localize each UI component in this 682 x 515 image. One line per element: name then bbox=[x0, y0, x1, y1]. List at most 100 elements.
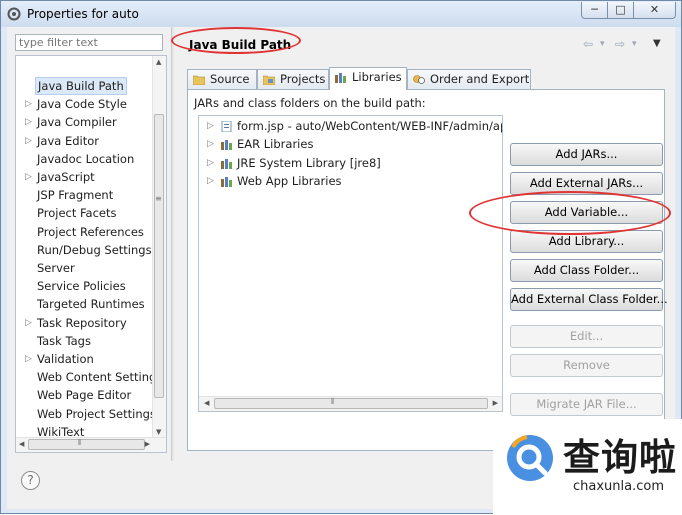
tab-label: Projects bbox=[280, 72, 326, 86]
sash-divider[interactable] bbox=[171, 27, 174, 461]
scroll-thumb[interactable] bbox=[28, 439, 145, 450]
sidebar-item-label: Service Policies bbox=[37, 279, 126, 294]
entry-label: EAR Libraries bbox=[237, 137, 314, 152]
tab-label: Order and Export bbox=[430, 72, 530, 86]
tree-vertical-scrollbar[interactable]: ▲ ≡ ▼ bbox=[152, 56, 166, 438]
scroll-thumb[interactable] bbox=[154, 114, 164, 398]
sidebar-item[interactable]: Targeted Runtimes bbox=[16, 295, 154, 313]
sidebar-item[interactable]: ▷ Java Compiler bbox=[16, 113, 154, 131]
sidebar-item[interactable]: Service Policies bbox=[16, 277, 154, 295]
filter-input[interactable] bbox=[15, 34, 163, 51]
scroll-left-icon[interactable]: ◀ bbox=[204, 399, 209, 407]
add-class-folder-button[interactable]: Add Class Folder... bbox=[510, 259, 663, 282]
scroll-right-icon[interactable]: ▶ bbox=[493, 399, 498, 407]
scroll-down-icon[interactable]: ▼ bbox=[156, 428, 161, 436]
grip-icon: ⦀ bbox=[331, 397, 335, 406]
build-path-entry[interactable]: ▷ JRE System Library [jre8] bbox=[199, 154, 499, 172]
build-path-list[interactable]: ▷ Web App Libraries ▷ JRE System Library [j… bbox=[198, 115, 503, 412]
scroll-up-icon[interactable]: ▲ bbox=[156, 58, 161, 66]
list-horizontal-scrollbar[interactable]: ◀ ⦀ ▶ bbox=[199, 396, 502, 411]
sidebar-item[interactable]: Java Build Path bbox=[16, 77, 154, 95]
view-menu-icon[interactable]: ▼ bbox=[653, 38, 661, 49]
forward-arrow-icon[interactable]: ⇨ bbox=[615, 37, 625, 51]
sidebar-item-label: Server bbox=[37, 261, 75, 275]
title-bar: Properties for auto ─ □ ✕ bbox=[1, 1, 681, 27]
tab-order-and-export[interactable]: Order and Export bbox=[407, 69, 531, 89]
migrate-jar-file-button[interactable]: Migrate JAR File... bbox=[510, 393, 663, 416]
forward-menu-icon[interactable]: ▾ bbox=[632, 39, 637, 49]
expand-arrow-icon[interactable]: ▷ bbox=[25, 168, 32, 186]
entry-label: Web App Libraries bbox=[237, 173, 342, 188]
close-button[interactable]: ✕ bbox=[633, 2, 676, 19]
sidebar-item-label: Javadoc Location bbox=[37, 151, 135, 166]
build-path-entry[interactable]: ▷ Web App Libraries bbox=[199, 172, 499, 190]
properties-window: Properties for auto ─ □ ✕ ▷XDocletWikiTe… bbox=[0, 0, 682, 515]
back-menu-icon[interactable]: ▾ bbox=[600, 39, 605, 49]
entry-label: form.jsp - auto/WebContent/WEB-INF/admin… bbox=[237, 119, 503, 133]
scroll-thumb[interactable] bbox=[214, 398, 488, 409]
sidebar-item[interactable]: ▷ JavaScript bbox=[16, 168, 154, 186]
sidebar-item-label: JSP Fragment bbox=[37, 188, 114, 203]
sidebar-item[interactable]: Web Page Editor bbox=[16, 386, 154, 404]
sidebar-item[interactable]: Project Facets bbox=[16, 204, 154, 222]
sidebar-item[interactable]: ▷ Java Editor bbox=[16, 132, 154, 150]
build-path-entry[interactable]: ▷ form.jsp - auto/WebContent/WEB-INF/admi… bbox=[199, 117, 502, 135]
expand-arrow-icon[interactable]: ▷ bbox=[25, 132, 32, 150]
sidebar-item-label: Task Repository bbox=[37, 315, 127, 330]
tab-source[interactable]: Source bbox=[187, 69, 257, 89]
expand-arrow-icon[interactable]: ▷ bbox=[207, 172, 214, 190]
edit-button[interactable]: Edit... bbox=[510, 325, 663, 348]
sidebar-item[interactable]: ▷ Task Repository bbox=[16, 314, 154, 332]
sidebar-item-label: Targeted Runtimes bbox=[37, 297, 145, 312]
minimize-button[interactable]: ─ bbox=[581, 2, 608, 19]
watermark-cn-text: 查询啦 bbox=[563, 436, 677, 479]
maximize-button[interactable]: □ bbox=[607, 2, 634, 19]
add-external-class-folder-button[interactable]: Add External Class Folder... bbox=[510, 288, 668, 311]
back-arrow-icon[interactable]: ⇦ bbox=[583, 37, 593, 51]
sidebar-item-label: JavaScript bbox=[37, 170, 95, 184]
tab-libraries[interactable]: Libraries bbox=[329, 67, 407, 90]
libraries-panel: JARs and class folders on the build path… bbox=[187, 89, 668, 451]
expand-arrow-icon[interactable]: ▷ bbox=[25, 95, 32, 113]
watermark-logo-icon bbox=[507, 435, 553, 481]
tab-label: Source bbox=[210, 72, 250, 86]
sidebar-item[interactable]: Task Tags bbox=[16, 332, 154, 350]
expand-arrow-icon[interactable]: ▷ bbox=[25, 113, 32, 131]
property-pages-tree[interactable]: ▷XDocletWikiTextWeb Project SettingsWeb … bbox=[15, 55, 167, 453]
watermark: 查询啦 chaxunla.com bbox=[493, 419, 682, 515]
remove-button[interactable]: Remove bbox=[510, 354, 663, 377]
grip-icon: ⦀ bbox=[78, 438, 82, 447]
sidebar-item-label: Java Compiler bbox=[37, 115, 117, 130]
expand-arrow-icon[interactable]: ▷ bbox=[25, 350, 32, 368]
add-jars-button[interactable]: Add JARs... bbox=[510, 143, 663, 166]
sidebar-item[interactable]: ▷ Java Code Style bbox=[16, 95, 154, 113]
library-icon bbox=[221, 140, 232, 151]
tab-label: Libraries bbox=[352, 70, 402, 84]
scroll-right-icon[interactable]: ▶ bbox=[145, 440, 150, 448]
sidebar-item-label: Project References bbox=[37, 224, 144, 239]
build-path-entry[interactable]: ▷ EAR Libraries bbox=[199, 135, 499, 153]
scroll-left-icon[interactable]: ◀ bbox=[19, 440, 24, 448]
sidebar-item[interactable]: Server bbox=[16, 259, 154, 277]
expand-arrow-icon[interactable]: ▷ bbox=[25, 314, 32, 332]
sidebar-item-label: Web Page Editor bbox=[37, 388, 132, 403]
tree-horizontal-scrollbar[interactable]: ◀ ⦀ ▶ bbox=[16, 437, 166, 452]
expand-arrow-icon[interactable]: ▷ bbox=[207, 135, 214, 153]
sidebar-item[interactable]: ▷ Validation bbox=[16, 350, 154, 368]
sidebar-item[interactable]: Run/Debug Settings bbox=[16, 241, 154, 259]
expand-arrow-icon[interactable]: ▷ bbox=[207, 117, 214, 135]
library-icon bbox=[221, 176, 232, 187]
help-icon[interactable]: ? bbox=[21, 471, 40, 490]
source-folder-icon bbox=[193, 75, 205, 85]
sidebar-item[interactable]: Project References bbox=[16, 223, 154, 241]
library-icon bbox=[335, 73, 346, 83]
sidebar-item[interactable]: Web Content Settings bbox=[16, 368, 162, 386]
tab-projects[interactable]: Projects bbox=[257, 69, 329, 89]
sidebar-item[interactable]: Web Project Settings bbox=[16, 405, 156, 423]
expand-arrow-icon[interactable]: ▷ bbox=[207, 154, 214, 172]
sidebar-item-label: Java Code Style bbox=[37, 97, 127, 112]
sidebar-item[interactable]: JSP Fragment bbox=[16, 186, 154, 204]
annotation-ellipse-add-library bbox=[469, 191, 671, 235]
window-title: Properties for auto bbox=[27, 7, 139, 21]
sidebar-item[interactable]: Javadoc Location bbox=[16, 150, 154, 168]
